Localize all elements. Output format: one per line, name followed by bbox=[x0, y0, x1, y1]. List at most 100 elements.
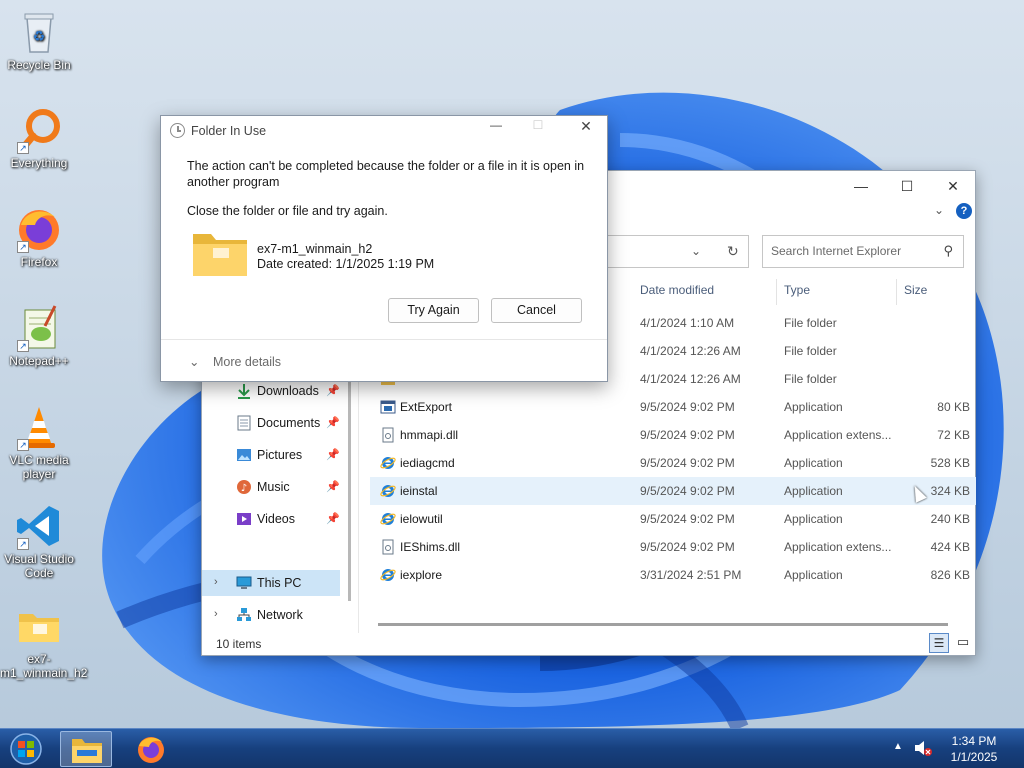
pane-divider[interactable] bbox=[358, 371, 359, 633]
desktop-icon-label: Recycle Bin bbox=[7, 58, 71, 72]
file-row[interactable]: iexplore 3/31/2024 2:51 PM Application 8… bbox=[370, 561, 976, 589]
windows-orb-icon bbox=[10, 733, 42, 765]
nav-item-label: Music bbox=[257, 480, 290, 494]
cancel-button[interactable]: Cancel bbox=[491, 298, 582, 323]
column-header-type[interactable]: Type bbox=[784, 283, 810, 303]
chevron-down-icon: ⌄ bbox=[189, 355, 200, 369]
start-button[interactable] bbox=[6, 731, 48, 767]
pin-icon[interactable]: 📌 bbox=[326, 384, 340, 397]
dll-file-icon bbox=[382, 427, 394, 443]
file-date: 4/1/2024 12:26 AM bbox=[640, 372, 741, 386]
recycle-bin-icon: ♻ bbox=[15, 8, 63, 56]
svg-text:♻: ♻ bbox=[33, 29, 46, 45]
pin-icon[interactable]: 📌 bbox=[326, 448, 340, 461]
pin-icon[interactable]: 📌 bbox=[326, 480, 340, 493]
taskbar-file-explorer-button[interactable] bbox=[60, 731, 112, 767]
pin-icon[interactable]: 📌 bbox=[326, 512, 340, 525]
file-name: hmmapi.dll bbox=[400, 428, 459, 442]
item-name: ex7-m1_winmain_h2 bbox=[257, 242, 373, 256]
more-details-toggle[interactable]: ⌄ More details bbox=[189, 354, 281, 369]
desktop-icon-vlc[interactable]: ↗ VLC media player bbox=[0, 403, 78, 481]
folder-icon bbox=[15, 602, 63, 650]
firefox-icon bbox=[138, 737, 164, 763]
desktop-icon-recycle-bin[interactable]: ♻ Recycle Bin bbox=[0, 8, 78, 72]
desktop-icon-firefox[interactable]: ↗ Firefox bbox=[0, 205, 78, 269]
nav-item-label: Videos bbox=[257, 512, 295, 526]
dialog-close-button[interactable]: ✕ bbox=[571, 118, 601, 142]
nav-item-label: Pictures bbox=[257, 448, 303, 462]
videos-icon bbox=[237, 513, 251, 525]
notepad-plus-plus-icon: ↗ bbox=[15, 304, 63, 352]
vlc-cone-icon: ↗ bbox=[15, 403, 63, 451]
file-name: ielowutil bbox=[400, 512, 443, 526]
nav-item-this-pc[interactable]: › This PC bbox=[202, 570, 340, 596]
search-input[interactable]: Search Internet Explorer ⚲ bbox=[762, 235, 964, 268]
internet-explorer-icon bbox=[380, 485, 396, 497]
refresh-icon[interactable]: ↻ bbox=[727, 243, 739, 260]
file-row[interactable]: ielowutil 9/5/2024 9:02 PM Application 2… bbox=[370, 505, 976, 533]
chevron-right-icon[interactable]: › bbox=[214, 576, 218, 588]
help-icon[interactable]: ? bbox=[956, 203, 972, 219]
file-size: 240 KB bbox=[930, 512, 970, 526]
ribbon-expand-chevron-icon[interactable]: ⌄ bbox=[934, 203, 944, 217]
file-date: 9/5/2024 9:02 PM bbox=[640, 456, 735, 470]
folder-in-use-dialog[interactable]: Folder In Use — ☐ ✕ The action can't be … bbox=[160, 115, 608, 382]
file-date: 9/5/2024 9:02 PM bbox=[640, 540, 735, 554]
column-header-size[interactable]: Size bbox=[904, 283, 927, 303]
volume-muted-icon[interactable] bbox=[913, 738, 933, 758]
file-row[interactable]: hmmapi.dll 9/5/2024 9:02 PM Application … bbox=[370, 421, 976, 449]
file-type: Application bbox=[784, 484, 843, 498]
try-again-button[interactable]: Try Again bbox=[388, 298, 479, 323]
dialog-instruction: Close the folder or file and try again. bbox=[187, 204, 388, 218]
dialog-title: Folder In Use bbox=[191, 124, 267, 138]
computer-icon bbox=[236, 576, 252, 589]
file-row[interactable]: iediagcmd 9/5/2024 9:02 PM Application 5… bbox=[370, 449, 976, 477]
large-icons-view-icon[interactable]: ▭ bbox=[953, 633, 973, 653]
download-arrow-icon bbox=[238, 384, 250, 399]
file-size: 424 KB bbox=[930, 540, 970, 554]
folder-icon bbox=[193, 234, 247, 276]
show-hidden-icons-arrow[interactable]: ▲ bbox=[893, 741, 903, 752]
desktop-icon-label: Firefox bbox=[20, 255, 58, 269]
internet-explorer-icon bbox=[380, 569, 396, 581]
nav-item-documents[interactable]: Documents 📌 bbox=[202, 410, 342, 436]
column-divider[interactable] bbox=[896, 279, 897, 305]
file-date: 4/1/2024 12:26 AM bbox=[640, 344, 741, 358]
file-row[interactable]: ieinstal 9/5/2024 9:02 PM Application 32… bbox=[370, 477, 976, 505]
desktop-icon-notepadpp[interactable]: ↗ Notepad++ bbox=[0, 304, 78, 368]
file-row[interactable]: IEShims.dll 9/5/2024 9:02 PM Application… bbox=[370, 533, 976, 561]
desktop-icon-vscode[interactable]: ↗ Visual Studio Code bbox=[0, 502, 78, 580]
chevron-right-icon[interactable]: › bbox=[214, 608, 218, 620]
taskbar-firefox-button[interactable] bbox=[128, 731, 174, 767]
file-type: Application extens... bbox=[784, 540, 892, 554]
dll-file-icon bbox=[382, 539, 394, 555]
file-size: 324 KB bbox=[930, 484, 970, 498]
pin-icon[interactable]: 📌 bbox=[326, 416, 340, 429]
nav-item-videos[interactable]: Videos 📌 bbox=[202, 506, 342, 532]
nav-item-pictures[interactable]: Pictures 📌 bbox=[202, 442, 342, 468]
file-date: 9/5/2024 9:02 PM bbox=[640, 428, 735, 442]
file-date: 9/5/2024 9:02 PM bbox=[640, 512, 735, 526]
horizontal-scrollbar[interactable] bbox=[378, 623, 948, 626]
file-row[interactable]: ExtExport 9/5/2024 9:02 PM Application 8… bbox=[370, 393, 976, 421]
shortcut-arrow-icon: ↗ bbox=[17, 439, 29, 451]
clock-time[interactable]: 1:34 PM bbox=[944, 734, 1004, 748]
column-divider[interactable] bbox=[776, 279, 777, 305]
details-view-icon[interactable]: ☰ bbox=[929, 633, 949, 653]
dialog-minimize-button[interactable]: — bbox=[481, 118, 511, 142]
column-header-date[interactable]: Date modified bbox=[640, 283, 714, 303]
clock-date[interactable]: 1/1/2025 bbox=[944, 750, 1004, 764]
close-button[interactable]: ✕ bbox=[930, 171, 976, 201]
desktop-icon-everything[interactable]: ↗ Everything bbox=[0, 106, 78, 170]
desktop-icon-label: Notepad++ bbox=[9, 354, 69, 368]
document-icon bbox=[237, 415, 251, 431]
file-type: Application bbox=[784, 568, 843, 582]
desktop-icon-label: VLC media player bbox=[9, 453, 69, 481]
nav-item-network[interactable]: › Network bbox=[202, 602, 342, 628]
desktop-icon-folder[interactable]: ex7-m1_winmain_h2 bbox=[0, 602, 87, 680]
address-dropdown-icon[interactable]: ⌄ bbox=[691, 244, 701, 258]
nav-item-music[interactable]: ♪ Music 📌 bbox=[202, 474, 342, 500]
navigation-scrollbar[interactable] bbox=[348, 371, 351, 601]
minimize-button[interactable]: — bbox=[838, 171, 884, 201]
maximize-button[interactable]: ☐ bbox=[884, 171, 930, 201]
